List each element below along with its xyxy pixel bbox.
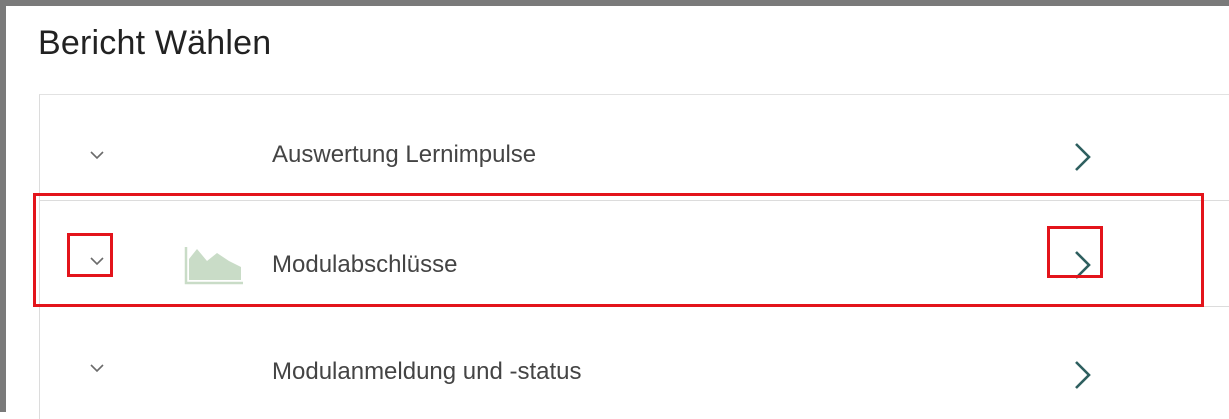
open-report-button[interactable] [1058, 351, 1108, 399]
report-label: Modulanmeldung und -status [272, 358, 582, 385]
list-item-modulanmeldung-und-status[interactable]: Modulanmeldung und -status [40, 307, 1229, 413]
expand-toggle[interactable] [74, 135, 120, 175]
list-item-auswertung-lernimpulse[interactable]: Auswertung Lernimpulse [40, 95, 1229, 201]
report-label: Auswertung Lernimpulse [272, 141, 537, 168]
highlight-box-row [33, 193, 1204, 307]
chevron-right-icon [1075, 361, 1091, 389]
highlight-box-open-button [1047, 226, 1103, 278]
chevron-right-icon [1075, 143, 1091, 171]
highlight-box-expand-toggle [67, 233, 113, 277]
open-report-button[interactable] [1058, 133, 1108, 181]
chevron-down-icon [90, 363, 104, 372]
page-title: Bericht Wählen [38, 24, 272, 62]
expand-toggle[interactable] [74, 348, 120, 388]
chevron-down-icon [90, 150, 104, 159]
